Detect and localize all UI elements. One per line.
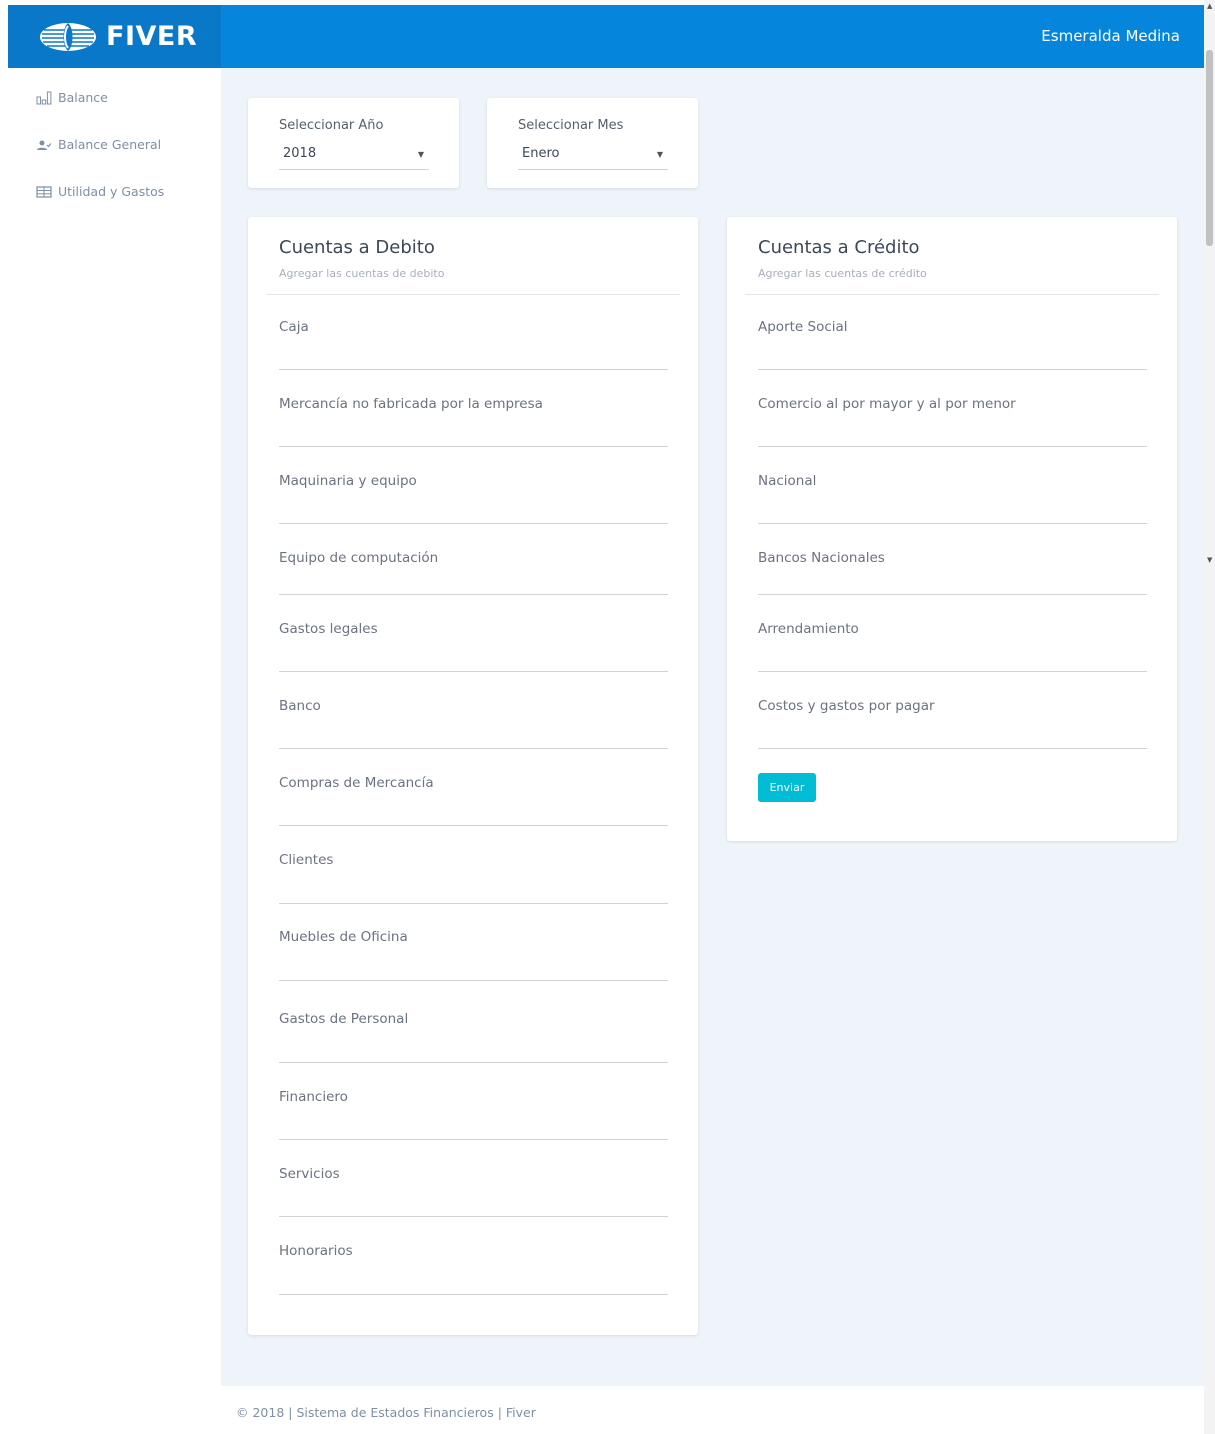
credit-card-title: Cuentas a Crédito — [758, 237, 920, 258]
debit-card-subtitle: Agregar las cuentas de debito — [279, 267, 445, 280]
credit-field-arrendamiento[interactable]: Arrendamiento — [758, 619, 1147, 672]
scrollbar[interactable]: ▲ ▼ — [1204, 0, 1215, 1434]
globe-logo-icon — [40, 23, 96, 51]
scroll-up-icon[interactable]: ▲ — [1207, 2, 1212, 10]
field-label: Financiero — [279, 1089, 348, 1105]
field-label: Aporte Social — [758, 319, 848, 335]
field-label: Maquinaria y equipo — [279, 473, 417, 489]
debit-field-muebles[interactable]: Muebles de Oficina — [279, 927, 668, 981]
credit-accounts-card: Cuentas a Crédito Agregar las cuentas de… — [727, 217, 1177, 841]
submit-button[interactable]: Enviar — [758, 773, 816, 802]
field-label: Clientes — [279, 852, 334, 868]
sidebar-item-label: Utilidad y Gastos — [58, 184, 165, 199]
field-label: Gastos legales — [279, 621, 378, 637]
credit-field-costos-gastos[interactable]: Costos y gastos por pagar — [758, 696, 1147, 749]
field-label: Servicios — [279, 1166, 340, 1182]
year-select[interactable]: 2018 ▼ — [279, 144, 429, 170]
field-label: Bancos Nacionales — [758, 550, 885, 566]
field-label: Equipo de computación — [279, 550, 439, 566]
sidebar-item-balance[interactable]: Balance — [36, 90, 108, 105]
field-label: Banco — [279, 698, 321, 714]
year-select-label: Seleccionar Año — [279, 118, 384, 133]
user-check-icon — [37, 140, 52, 150]
field-label: Compras de Mercancía — [279, 775, 434, 791]
debit-field-compras[interactable]: Compras de Mercancía — [279, 773, 668, 826]
divider — [745, 294, 1159, 295]
field-label: Arrendamiento — [758, 621, 859, 637]
scrollbar-thumb[interactable] — [1206, 50, 1213, 246]
caret-down-icon: ▼ — [417, 150, 424, 159]
sidebar-item-balance-general[interactable]: Balance General — [36, 137, 161, 152]
debit-field-honorarios[interactable]: Honorarios — [279, 1241, 668, 1295]
debit-field-servicios[interactable]: Servicios — [279, 1164, 668, 1217]
sidebar-item-label: Balance — [58, 90, 108, 105]
debit-field-banco[interactable]: Banco — [279, 696, 668, 749]
bar-chart-icon — [36, 91, 52, 104]
debit-field-maquinaria[interactable]: Maquinaria y equipo — [279, 471, 668, 524]
debit-field-mercancia[interactable]: Mercancía no fabricada por la empresa — [279, 394, 668, 447]
month-select-label: Seleccionar Mes — [518, 118, 624, 133]
user-name[interactable]: Esmeralda Medina — [1041, 27, 1180, 45]
debit-card-title: Cuentas a Debito — [279, 237, 435, 258]
table-icon — [36, 185, 52, 198]
field-label: Nacional — [758, 473, 817, 489]
credit-field-aporte-social[interactable]: Aporte Social — [758, 317, 1147, 370]
field-label: Honorarios — [279, 1243, 353, 1259]
sidebar-item-label: Balance General — [58, 137, 162, 152]
debit-field-caja[interactable]: Caja — [279, 317, 668, 370]
debit-field-clientes[interactable]: Clientes — [279, 850, 668, 904]
sidebar: Balance Balance General Utilidad y Gasto… — [8, 68, 221, 1434]
field-label: Comercio al por mayor y al por menor — [758, 396, 1016, 412]
month-select-value: Enero — [522, 146, 560, 161]
month-filter-card: Seleccionar Mes Enero ▼ — [487, 98, 698, 188]
logo[interactable]: FIVER — [8, 5, 221, 68]
footer-text: © 2018 | Sistema de Estados Financieros … — [236, 1405, 536, 1420]
month-select[interactable]: Enero ▼ — [518, 144, 668, 170]
credit-field-comercio[interactable]: Comercio al por mayor y al por menor — [758, 394, 1147, 447]
field-label: Costos y gastos por pagar — [758, 698, 935, 714]
field-label: Caja — [279, 319, 309, 335]
sidebar-item-utilidad-gastos[interactable]: Utilidad y Gastos — [36, 184, 164, 199]
credit-field-nacional[interactable]: Nacional — [758, 471, 1147, 524]
year-select-value: 2018 — [283, 146, 317, 161]
logo-text: FIVER — [106, 21, 198, 52]
debit-field-computacion[interactable]: Equipo de computación — [279, 548, 668, 595]
top-navbar: FIVER Esmeralda Medina — [8, 5, 1204, 68]
debit-field-financiero[interactable]: Financiero — [279, 1087, 668, 1140]
debit-field-gastos-legales[interactable]: Gastos legales — [279, 619, 668, 672]
scroll-down-icon[interactable]: ▼ — [1207, 556, 1212, 564]
field-label: Mercancía no fabricada por la empresa — [279, 396, 543, 412]
debit-accounts-card: Cuentas a Debito Agregar las cuentas de … — [248, 217, 698, 1335]
credit-card-subtitle: Agregar las cuentas de crédito — [758, 267, 927, 280]
caret-down-icon: ▼ — [656, 150, 663, 159]
divider — [266, 294, 680, 295]
field-label: Gastos de Personal — [279, 1011, 409, 1027]
credit-field-bancos-nacionales[interactable]: Bancos Nacionales — [758, 548, 1147, 595]
debit-field-gastos-personal[interactable]: Gastos de Personal — [279, 1009, 668, 1063]
footer: © 2018 | Sistema de Estados Financieros … — [221, 1386, 1196, 1434]
year-filter-card: Seleccionar Año 2018 ▼ — [248, 98, 459, 188]
field-label: Muebles de Oficina — [279, 929, 408, 945]
